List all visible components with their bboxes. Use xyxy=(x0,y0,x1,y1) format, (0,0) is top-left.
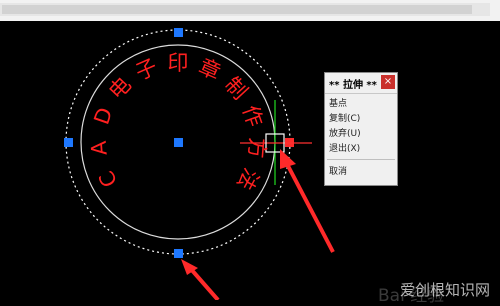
stamp-char: D xyxy=(89,104,117,127)
grip-center[interactable] xyxy=(174,138,183,147)
stamp-char: 章 xyxy=(195,54,224,84)
stamp-char: 印 xyxy=(168,51,189,75)
stamp-char: 制 xyxy=(220,72,252,104)
close-icon[interactable]: × xyxy=(381,75,395,89)
stamp-char: A xyxy=(87,139,112,156)
grip-context-menu: ** 拉伸 ** × 基点 复制(C) 放弃(U) 退出(X) 取消 xyxy=(324,72,398,186)
menu-item-exit[interactable]: 退出(X) xyxy=(329,142,360,156)
menu-item-base-point[interactable]: 基点 xyxy=(329,97,347,111)
stamp-char: 作 xyxy=(238,102,268,130)
watermark: 爱创根知识网 xyxy=(399,281,490,299)
stamp-char: 子 xyxy=(132,54,161,84)
menu-item-copy[interactable]: 复制(C) xyxy=(329,112,360,126)
arrow-annotation-icon xyxy=(181,259,220,300)
stamp-char: 方 xyxy=(244,137,270,160)
stamp-text-arc: CAD电子印章制作方法 xyxy=(87,51,270,194)
menu-item-cancel[interactable]: 取消 xyxy=(329,165,347,179)
grip-top[interactable] xyxy=(174,28,183,37)
stamp-char: 电 xyxy=(104,72,136,104)
stamp-char: 法 xyxy=(232,164,263,194)
cad-drawing-canvas[interactable]: CAD电子印章制作方法 xyxy=(0,0,500,300)
stamp-char: C xyxy=(94,167,122,191)
grip-left[interactable] xyxy=(64,138,73,147)
menu-separator xyxy=(327,159,395,160)
menu-item-undo[interactable]: 放弃(U) xyxy=(329,127,361,141)
menu-title: ** 拉伸 ** xyxy=(329,80,377,91)
menu-title-bar: ** 拉伸 ** × xyxy=(325,73,397,94)
grip-bottom[interactable] xyxy=(174,249,183,258)
